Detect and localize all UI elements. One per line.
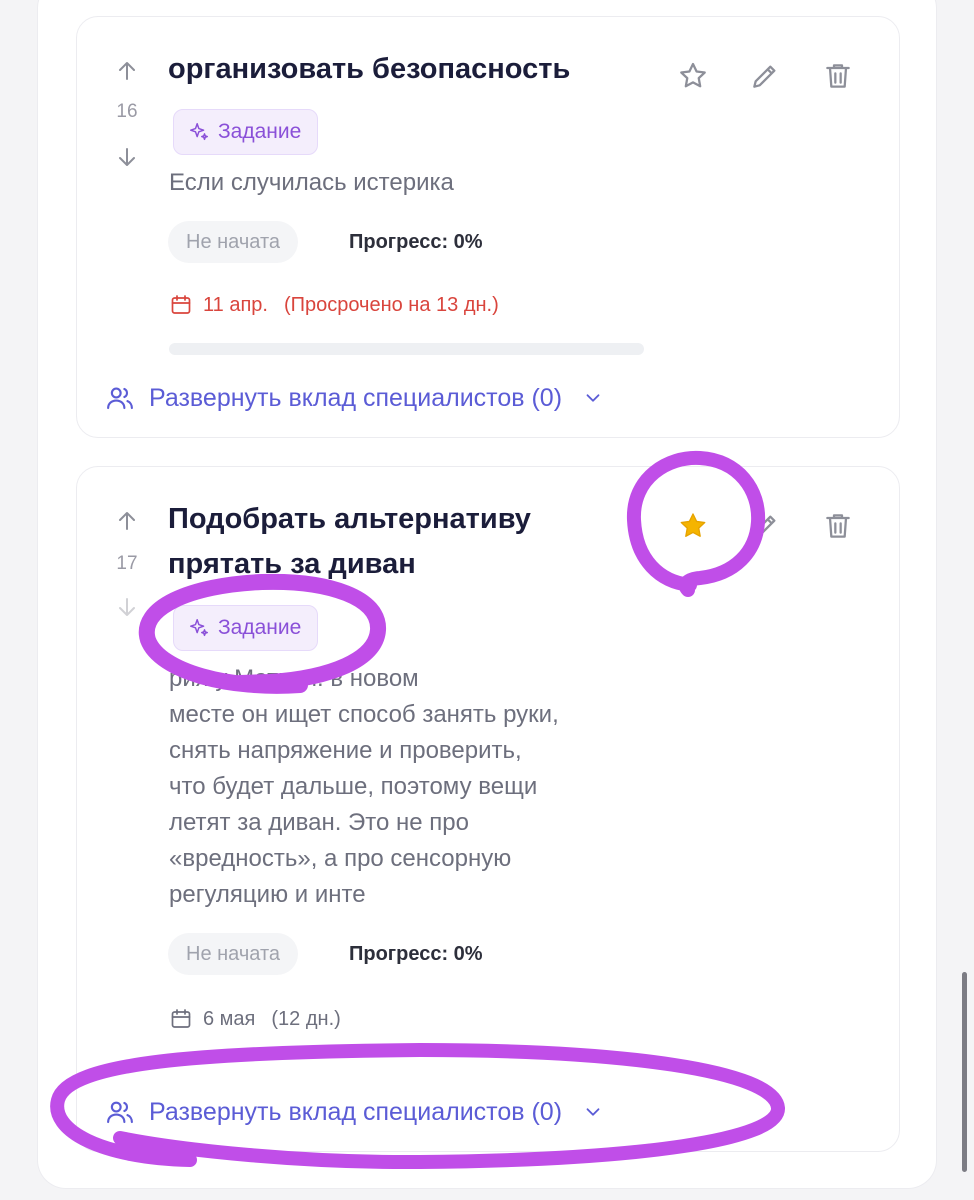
pencil-icon [753, 65, 776, 88]
task-title-line: Подобрать альтернативу [168, 503, 531, 535]
users-icon [107, 1101, 133, 1124]
due-date-value: 6 мая [203, 1007, 256, 1030]
move-up-button[interactable] [115, 509, 139, 533]
calendar-icon [171, 1009, 191, 1028]
star-icon [680, 513, 706, 537]
progress-text: Прогресс: 0% [349, 231, 483, 253]
edit-button[interactable] [748, 59, 782, 93]
edit-button[interactable] [748, 509, 782, 543]
star-icon [680, 62, 706, 88]
due-date-value: 11 апр. [203, 293, 268, 316]
tag-label: Задание [218, 616, 302, 639]
due-days-left: (12 дн.) [271, 1007, 341, 1030]
expand-label: Развернуть вклад специалистов (0) [149, 383, 563, 412]
task-title: организовать безопасность [168, 53, 571, 85]
tag-label: Задание [218, 120, 302, 143]
arrow-up-icon [119, 512, 135, 530]
task-card: 16 организовать безопасность Задание Есл… [76, 16, 900, 438]
task-description: рия у Матвея: в новом месте он ищет спос… [169, 665, 559, 908]
overdue-note: (Просрочено на 13 дн.) [283, 293, 499, 316]
task-title: Подобрать альтернативу прятать за диван [168, 497, 531, 587]
arrow-down-icon [119, 598, 135, 616]
due-date: 6 мая (12 дн.) [169, 1007, 341, 1031]
pencil-icon [753, 515, 776, 538]
expand-label: Развернуть вклад специалистов (0) [149, 1097, 563, 1126]
users-icon [107, 387, 133, 410]
expand-specialists-button[interactable]: Развернуть вклад специалистов (0) [105, 1097, 604, 1127]
trash-icon [826, 514, 850, 538]
task-type-tag: Задание [173, 605, 319, 651]
task-type-tag: Задание [173, 109, 319, 155]
arrow-down-icon [119, 148, 135, 166]
calendar-icon [171, 295, 191, 314]
move-up-button[interactable] [115, 59, 139, 83]
chevron-down-icon [586, 1108, 600, 1116]
due-date: 11 апр. (Просрочено на 13 дн.) [169, 293, 499, 317]
chevron-down-icon [586, 394, 600, 402]
progress-bar [169, 343, 644, 355]
star-button[interactable] [676, 59, 710, 93]
delete-button[interactable] [821, 59, 855, 93]
arrow-up-icon [119, 62, 135, 80]
move-down-button[interactable] [115, 595, 139, 619]
status-badge: Не начата [168, 221, 299, 263]
scrollbar-thumb[interactable] [962, 972, 967, 1172]
delete-button[interactable] [821, 509, 855, 543]
task-title-line: прятать за диван [168, 548, 416, 580]
move-down-button[interactable] [115, 145, 139, 169]
task-card: 17 Подобрать альтернативу прятать за див… [76, 466, 900, 1152]
sparkle-icon [190, 619, 208, 637]
progress-text: Прогресс: 0% [349, 943, 483, 965]
status-badge: Не начата [168, 933, 299, 975]
expand-specialists-button[interactable]: Развернуть вклад специалистов (0) [105, 383, 604, 413]
trash-icon [826, 64, 850, 88]
task-description: Если случилась истерика [169, 169, 454, 196]
star-button[interactable] [676, 509, 710, 543]
task-number: 17 [116, 553, 138, 574]
sparkle-icon [190, 123, 208, 141]
task-number: 16 [116, 101, 138, 122]
